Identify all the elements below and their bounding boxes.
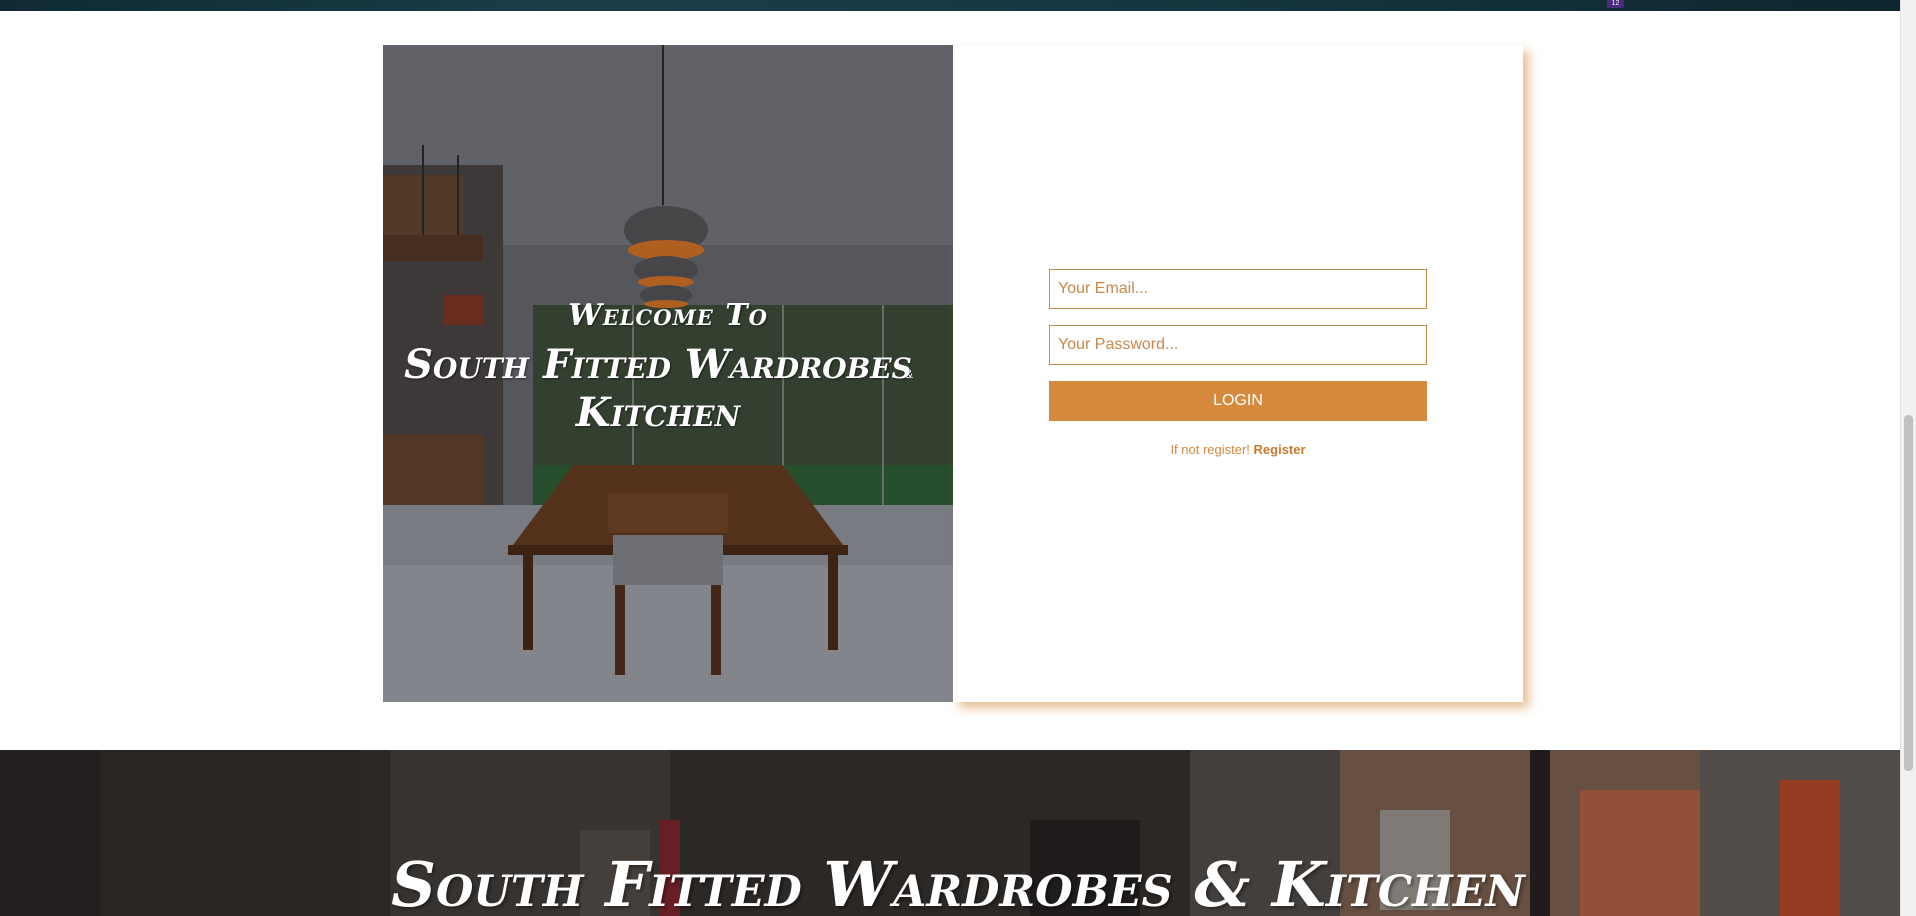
login-panel: Welcome To South Fitted Wardrobes Kitche…	[383, 45, 1523, 702]
footer-banner: South Fitted Wardrobes & Kitchen	[0, 750, 1900, 916]
password-field[interactable]	[1049, 325, 1427, 365]
email-field[interactable]	[1049, 269, 1427, 309]
page-scrollbar[interactable]	[1900, 0, 1916, 916]
banner-title: South Fitted Wardrobes & Kitchen	[391, 848, 1525, 916]
hero-image: Welcome To South Fitted Wardrobes Kitche…	[383, 45, 953, 702]
hero-welcome-text: Welcome To	[568, 298, 768, 333]
hero-title: South Fitted Wardrobes Kitchen	[404, 341, 912, 436]
login-button[interactable]: LOGIN	[1049, 381, 1427, 421]
scrollbar-thumb[interactable]	[1904, 415, 1913, 771]
register-line: If not register! Register	[1049, 442, 1427, 457]
top-banner-strip: 12	[0, 0, 1900, 11]
hero-ampersand: &	[905, 367, 914, 381]
notification-badge[interactable]: 12	[1607, 0, 1624, 8]
register-link[interactable]: Register	[1254, 442, 1306, 457]
register-prompt: If not register!	[1170, 442, 1254, 457]
login-form-card: LOGIN If not register! Register	[953, 45, 1523, 702]
